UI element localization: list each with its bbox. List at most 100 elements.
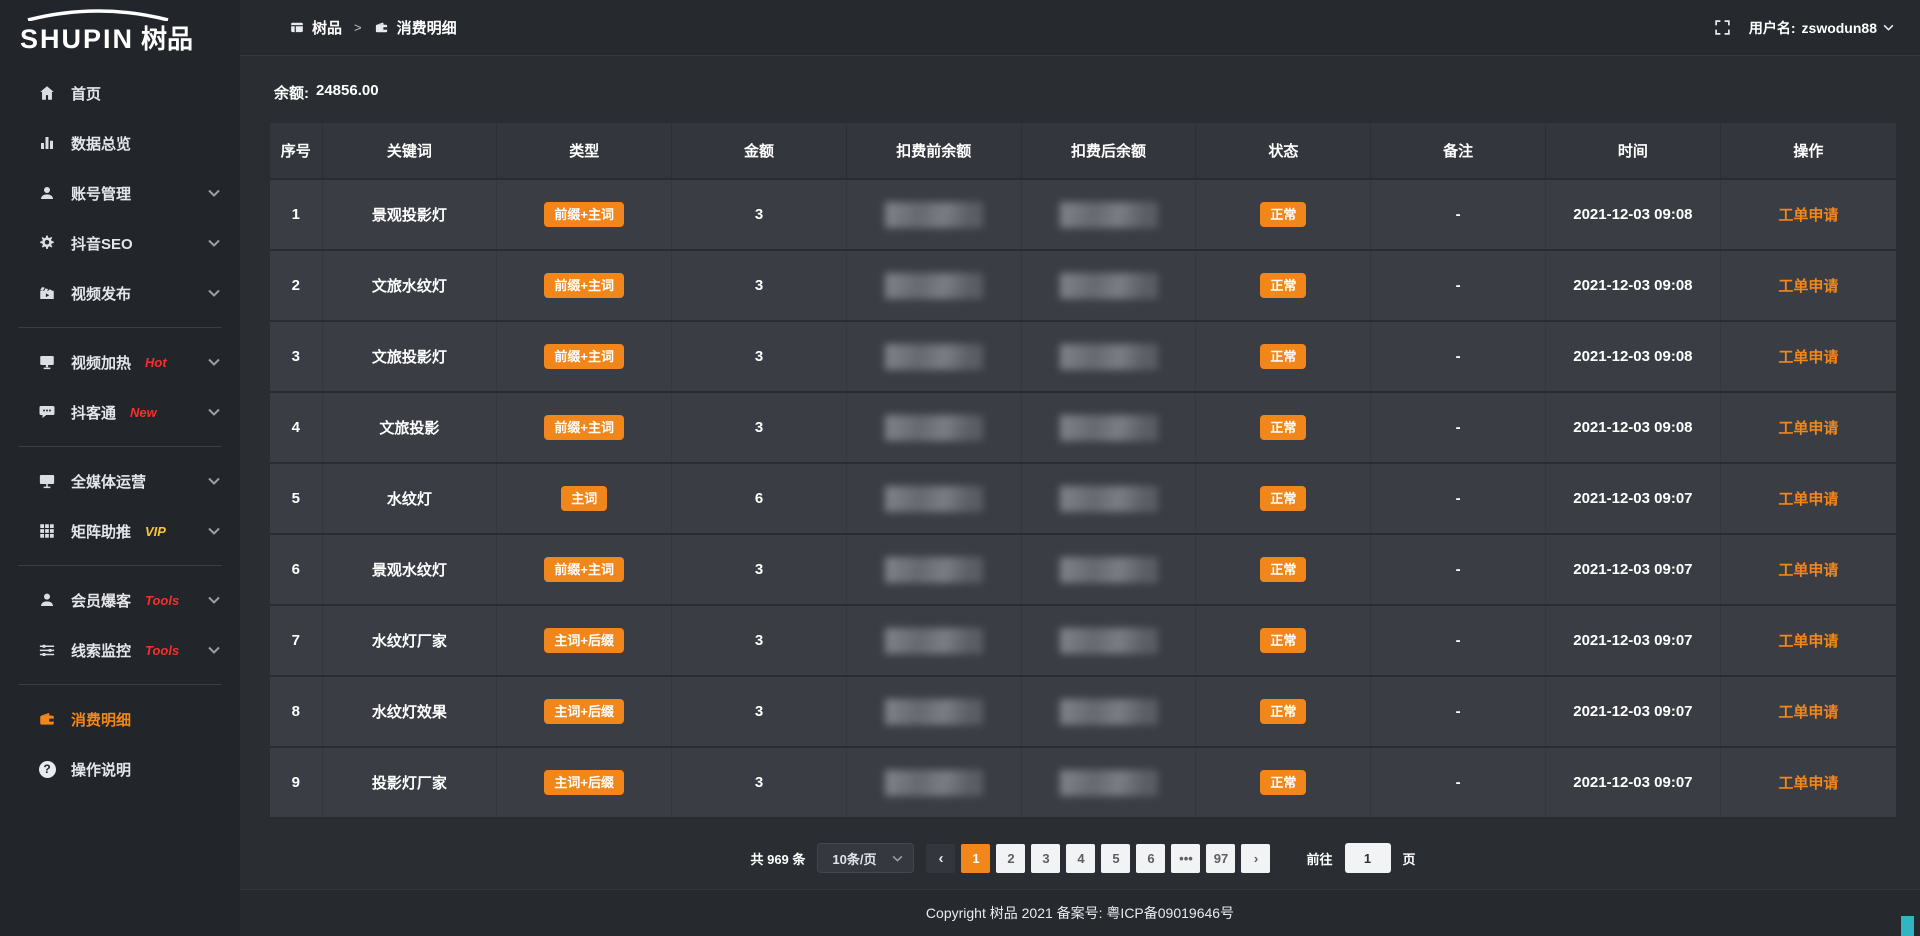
status-badge: 正常 xyxy=(1260,344,1306,369)
page-button-3[interactable]: 3 xyxy=(1031,844,1060,873)
work-order-link[interactable]: 工单申请 xyxy=(1778,633,1838,650)
work-order-link[interactable]: 工单申请 xyxy=(1778,775,1838,792)
masked-balance-before xyxy=(885,628,983,654)
breadcrumb-item-home[interactable]: 树品 xyxy=(290,17,342,38)
cell-remark: - xyxy=(1371,605,1546,676)
sidebar-item-account[interactable]: 账号管理 xyxy=(0,168,240,218)
work-order-link[interactable]: 工单申请 xyxy=(1778,704,1838,721)
prev-page-button[interactable]: ‹ xyxy=(926,844,955,873)
table-header-row: 序号 关键词 类型 金额 扣费前余额 扣费后余额 状态 备注 时间 操作 xyxy=(270,123,1896,179)
sidebar-item-douyin-seo[interactable]: 抖音SEO xyxy=(0,218,240,268)
sidebar-item-data-overview[interactable]: 数据总览 xyxy=(0,118,240,168)
work-order-link[interactable]: 工单申请 xyxy=(1778,207,1838,224)
masked-balance-before xyxy=(885,770,983,796)
cell-type: 前缀+主词 xyxy=(497,250,672,321)
status-badge: 正常 xyxy=(1260,273,1306,298)
cell-seq: 2 xyxy=(270,250,322,321)
col-header-status: 状态 xyxy=(1196,123,1371,179)
type-badge: 主词+后缀 xyxy=(544,770,624,795)
cell-seq: 5 xyxy=(270,463,322,534)
cell-time: 2021-12-03 09:07 xyxy=(1546,676,1721,747)
page-button-97[interactable]: 97 xyxy=(1206,844,1235,873)
app-logo[interactable]: SHUPIN 树品 xyxy=(0,0,240,64)
sidebar-item-video-heat[interactable]: 视频加热 Hot xyxy=(0,337,240,387)
total-count: 共 969 条 xyxy=(750,849,805,868)
status-badge: 正常 xyxy=(1260,486,1306,511)
cell-remark: - xyxy=(1371,321,1546,392)
masked-balance-after xyxy=(1060,557,1158,583)
cell-amount: 3 xyxy=(672,676,847,747)
user-menu[interactable]: 用户名: zswodun88 xyxy=(1749,18,1894,38)
sidebar-item-label: 数据总览 xyxy=(71,133,131,154)
next-page-button[interactable]: › xyxy=(1241,844,1270,873)
cell-status: 正常 xyxy=(1196,463,1371,534)
cell-status: 正常 xyxy=(1196,392,1371,463)
masked-balance-before xyxy=(885,273,983,299)
logo-cn: 树品 xyxy=(141,19,193,56)
page-button-2[interactable]: 2 xyxy=(996,844,1025,873)
cell-status: 正常 xyxy=(1196,250,1371,321)
cell-status: 正常 xyxy=(1196,179,1371,250)
cell-status: 正常 xyxy=(1196,534,1371,605)
cell-status: 正常 xyxy=(1196,747,1371,818)
main-content: 余额: 24856.00 序号 关键词 类型 金额 扣费前余额 扣费后余额 状态… xyxy=(240,82,1920,873)
masked-balance-before xyxy=(885,202,983,228)
table-row: 5 水纹灯 主词 6 正常 - 2021-12-03 09:07 工单申请 xyxy=(270,463,1896,534)
sidebar-item-omnimedia[interactable]: 全媒体运营 xyxy=(0,456,240,506)
sidebar-item-label: 账号管理 xyxy=(71,183,131,204)
sidebar-item-douketong[interactable]: 抖客通 New xyxy=(0,387,240,437)
work-order-link[interactable]: 工单申请 xyxy=(1778,349,1838,366)
status-badge: 正常 xyxy=(1260,415,1306,440)
logo-en: SHUPIN xyxy=(20,24,134,55)
member-icon xyxy=(38,591,56,609)
breadcrumb: 树品 > 消费明细 xyxy=(290,17,457,38)
sidebar-item-member-burst[interactable]: 会员爆客 Tools xyxy=(0,575,240,625)
hot-tag: Hot xyxy=(145,355,167,370)
sidebar-item-consumption-detail[interactable]: 消费明细 xyxy=(0,694,240,744)
table-row: 9 投影灯厂家 主词+后缀 3 正常 - 2021-12-03 09:07 工单… xyxy=(270,747,1896,818)
cell-balance-before xyxy=(846,605,1021,676)
sidebar-item-label: 首页 xyxy=(71,83,101,104)
cell-seq: 4 xyxy=(270,392,322,463)
dashboard-icon xyxy=(290,21,304,35)
user-icon xyxy=(38,184,56,202)
page-size-select[interactable]: 10条/页 xyxy=(817,843,914,873)
tools-tag: Tools xyxy=(145,643,179,658)
page-button-4[interactable]: 4 xyxy=(1066,844,1095,873)
sidebar-item-matrix-boost[interactable]: 矩阵助推 VIP xyxy=(0,506,240,556)
sidebar-item-lead-monitor[interactable]: 线索监控 Tools xyxy=(0,625,240,675)
type-badge: 主词+后缀 xyxy=(544,628,624,653)
cell-action: 工单申请 xyxy=(1720,179,1896,250)
col-header-remark: 备注 xyxy=(1371,123,1546,179)
masked-balance-after xyxy=(1060,699,1158,725)
cell-type: 前缀+主词 xyxy=(497,392,672,463)
goto-page-input[interactable] xyxy=(1345,843,1391,873)
cell-balance-before xyxy=(846,392,1021,463)
cell-time: 2021-12-03 09:07 xyxy=(1546,463,1721,534)
work-order-link[interactable]: 工单申请 xyxy=(1778,420,1838,437)
work-order-link[interactable]: 工单申请 xyxy=(1778,562,1838,579)
work-order-link[interactable]: 工单申请 xyxy=(1778,491,1838,508)
chevron-down-icon xyxy=(208,596,220,604)
status-badge: 正常 xyxy=(1260,628,1306,653)
cell-keyword: 景观水纹灯 xyxy=(322,534,497,605)
work-order-link[interactable]: 工单申请 xyxy=(1778,278,1838,295)
sidebar-item-instructions[interactable]: ? 操作说明 xyxy=(0,744,240,794)
cell-status: 正常 xyxy=(1196,605,1371,676)
page-button-6[interactable]: 6 xyxy=(1136,844,1165,873)
breadcrumb-item-current[interactable]: 消费明细 xyxy=(374,17,457,38)
sidebar-item-video-publish[interactable]: 视频发布 xyxy=(0,268,240,318)
cell-balance-before xyxy=(846,747,1021,818)
more-pages-button[interactable]: ••• xyxy=(1171,844,1200,873)
fullscreen-icon[interactable] xyxy=(1714,19,1731,36)
cell-balance-after xyxy=(1021,463,1196,534)
page-button-1[interactable]: 1 xyxy=(961,844,990,873)
chat-bubble-icon xyxy=(38,403,56,421)
sidebar-item-label: 消费明细 xyxy=(71,709,131,730)
page-button-5[interactable]: 5 xyxy=(1101,844,1130,873)
sidebar-item-home[interactable]: 首页 xyxy=(0,68,240,118)
new-tag: New xyxy=(130,405,157,420)
sidebar-item-label: 视频发布 xyxy=(71,283,131,304)
sidebar-item-label: 会员爆客 xyxy=(71,590,131,611)
masked-balance-after xyxy=(1060,273,1158,299)
